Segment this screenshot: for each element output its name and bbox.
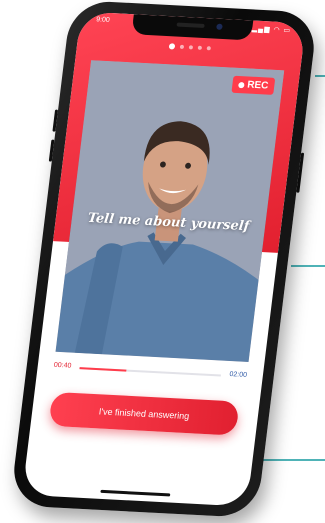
record-dot-icon bbox=[237, 81, 245, 88]
pager-dot[interactable] bbox=[188, 45, 194, 50]
video-preview[interactable]: REC Tell me about yourself bbox=[55, 60, 285, 362]
phone-device: 9:00 ▂▄▆ ◠ ▭ REC Tell me about yourself … bbox=[9, 0, 319, 519]
answer-progress: 00:40 02:00 bbox=[53, 361, 248, 386]
rec-badge-label: REC bbox=[246, 79, 269, 92]
rec-badge: REC bbox=[231, 75, 276, 95]
callout-line-top bbox=[315, 75, 325, 77]
pager-dot[interactable] bbox=[206, 46, 212, 51]
speaker-grille bbox=[176, 22, 205, 28]
status-time: 9:00 bbox=[95, 16, 111, 24]
elapsed-time: 00:40 bbox=[53, 361, 72, 370]
total-time: 02:00 bbox=[229, 371, 248, 379]
callout-line-bottom bbox=[259, 459, 325, 461]
progress-fill bbox=[79, 367, 127, 372]
callout-line-middle bbox=[291, 265, 325, 267]
pager-dot-active[interactable] bbox=[168, 43, 176, 50]
progress-track[interactable] bbox=[79, 367, 221, 377]
pager-dot[interactable] bbox=[197, 45, 203, 50]
home-indicator bbox=[100, 489, 171, 497]
pager-dot[interactable] bbox=[179, 44, 185, 49]
finished-answering-button[interactable]: I've finished answering bbox=[48, 391, 240, 436]
front-camera-icon bbox=[216, 23, 223, 30]
